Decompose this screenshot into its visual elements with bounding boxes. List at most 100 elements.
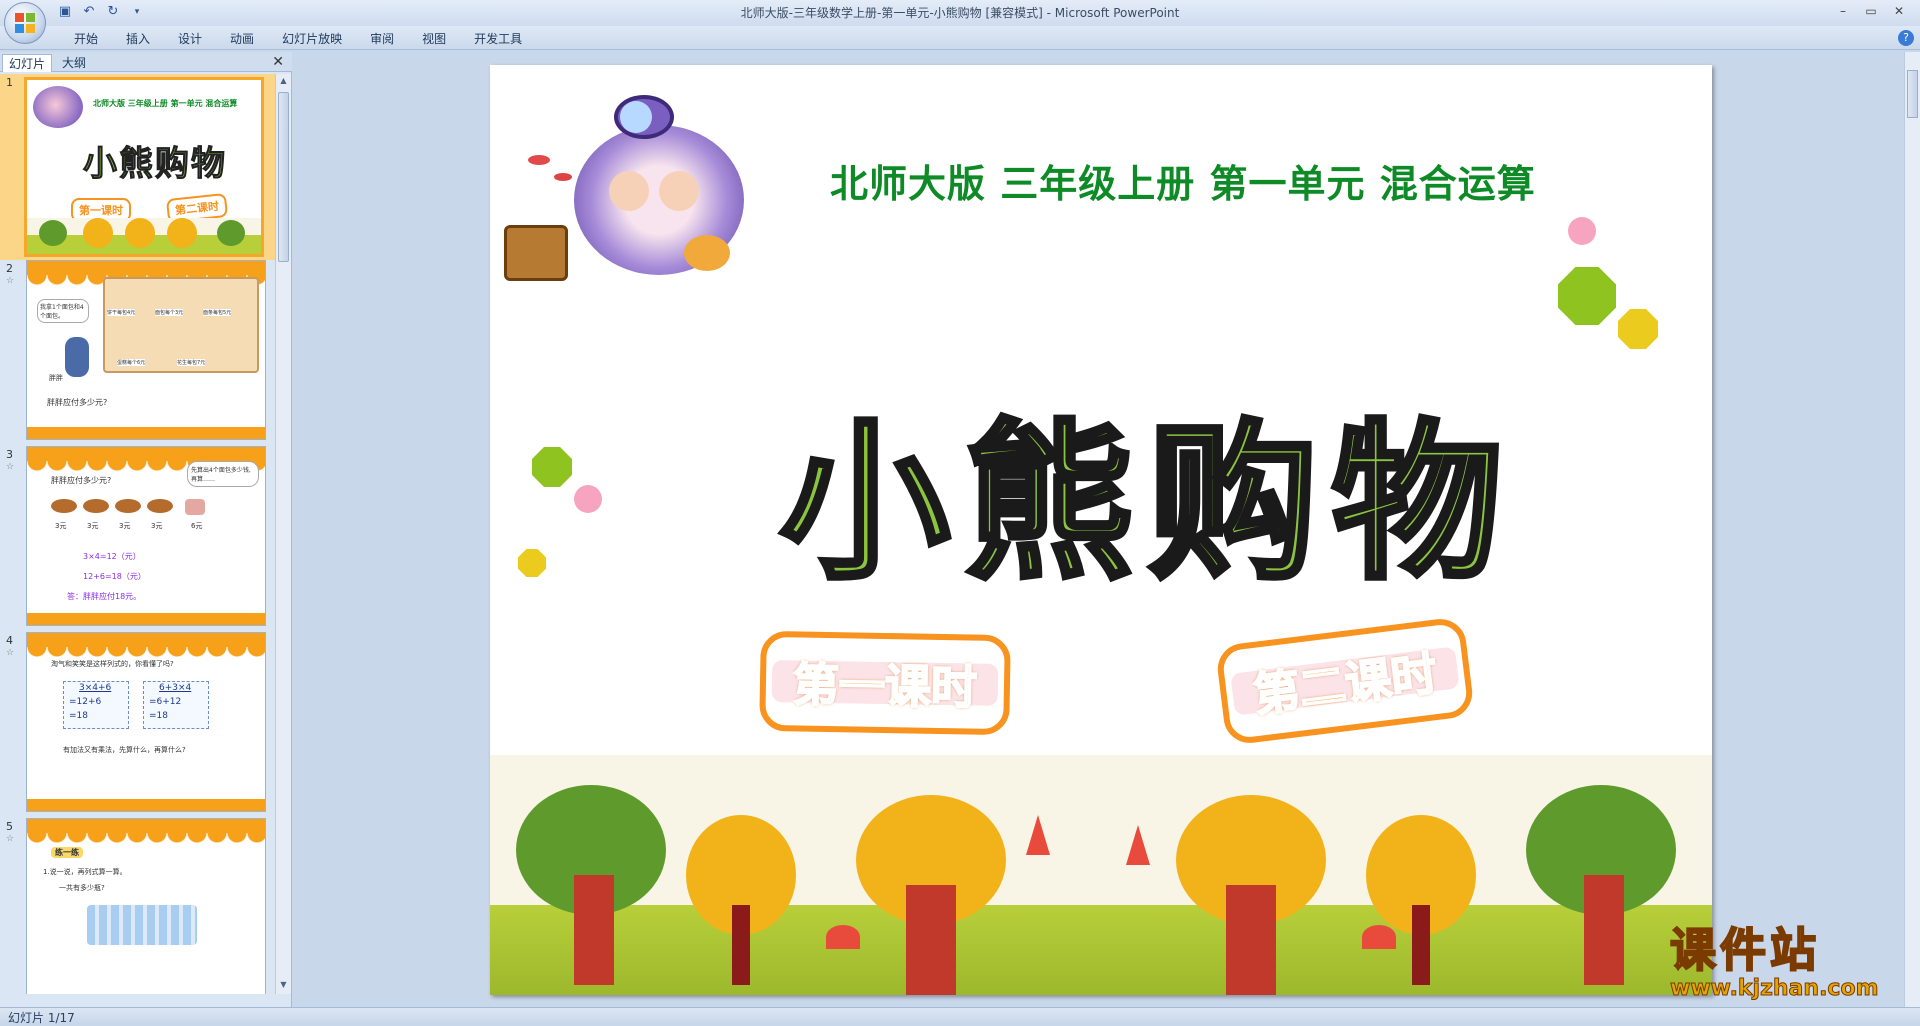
yellow-octagon — [518, 549, 546, 577]
thumb-expr: =6+12 — [149, 697, 182, 707]
thumb-top-band — [27, 633, 265, 647]
watermark-title: 课件站 — [1669, 923, 1820, 977]
slide-number: 2 — [6, 262, 13, 275]
pink-dot — [1568, 217, 1596, 245]
thumb-expr: 3×4+6 — [79, 683, 112, 693]
submarine-illustration — [494, 85, 794, 345]
thumb-label: 花生每包7元 — [177, 359, 206, 366]
slide-canvas[interactable]: 北师大版 三年级上册 第一单元 混合运算 小熊购物 第一课时 第二课时 — [490, 65, 1712, 995]
window-title: 北师大版-三年级数学上册-第一单元-小熊购物 [兼容模式] - Microsof… — [740, 6, 1180, 20]
slide-thumbnail[interactable]: 胖胖应付多少元? 先算出4个面包多少钱, 再算…… 3元 3元 3元 3元 6元… — [26, 446, 266, 626]
thumb-bottles-art — [87, 905, 197, 945]
thumb-label: 蛋糕每个6元 — [117, 359, 146, 366]
thumb-header: 北师大版 三年级上册 第一单元 混合运算 — [93, 99, 238, 108]
watermark-url: www.kjzhan.com — [1670, 976, 1880, 1002]
thumb-top-band — [27, 261, 265, 275]
tab-design[interactable]: 设计 — [164, 30, 216, 48]
thumb-bottom-band — [27, 427, 265, 439]
thumbnail-list: 1 北师大版 三年级上册 第一单元 混合运算 小熊购物 第一课时 第二课时 2 … — [0, 74, 276, 994]
slide-thumbnail[interactable]: 北师大版 三年级上册 第一单元 混合运算 小熊购物 第一课时 第二课时 — [24, 77, 264, 257]
tab-view[interactable]: 视图 — [408, 30, 460, 48]
slide-scrollbar[interactable] — [1904, 52, 1920, 1007]
tab-outline[interactable]: 大纲 — [56, 54, 92, 72]
slide-thumbnail[interactable]: 淘气和笑笑是这样列式的，你看懂了吗? 3×4+6 =12+6 =18 6+3×4… — [26, 632, 266, 812]
thumb-speech: 先算出4个面包多少钱, 再算…… — [187, 461, 259, 487]
slide-number: 4 — [6, 634, 13, 647]
thumb-title: 小熊购物 — [83, 144, 227, 185]
thumb-question: 胖胖应付多少元? — [47, 398, 108, 407]
tab-developer[interactable]: 开发工具 — [460, 30, 536, 48]
thumbnail-slide-1[interactable]: 1 北师大版 三年级上册 第一单元 混合运算 小熊购物 第一课时 第二课时 — [0, 74, 276, 260]
grass — [490, 905, 1712, 995]
slide-number: 3 — [6, 448, 13, 461]
thumbnail-slide-3[interactable]: 3 ☆ 胖胖应付多少元? 先算出4个面包多少钱, 再算…… 3元 3元 3元 3… — [0, 446, 276, 632]
slide-number: 1 — [6, 76, 13, 89]
yellow-octagon — [1618, 309, 1658, 349]
title-bar: ▣ ↶ ↻ ▾ 北师大版-三年级数学上册-第一单元-小熊购物 [兼容模式] - … — [0, 0, 1920, 26]
lesson-1-button[interactable]: 第一课时 — [759, 630, 1011, 736]
thumb-bear-art — [65, 337, 89, 377]
animation-star-icon: ☆ — [6, 648, 15, 658]
kjzhan-watermark: 课件站 www.kjzhan.com — [1669, 923, 1905, 1004]
scrollbar-thumb[interactable] — [1907, 70, 1918, 118]
lesson-2-label: 第二课时 — [1230, 645, 1460, 723]
office-button[interactable] — [4, 2, 46, 44]
thumbnail-slide-4[interactable]: 4 ☆ 淘气和笑笑是这样列式的，你看懂了吗? 3×4+6 =12+6 =18 6… — [0, 632, 276, 818]
thumb-expr: =18 — [69, 711, 88, 721]
thumbnail-slide-5[interactable]: 5 ☆ 练一练 1.说一说，再列式算一算。 一共有多少瓶? — [0, 818, 276, 994]
forest-illustration — [490, 755, 1712, 995]
animation-star-icon: ☆ — [6, 462, 15, 472]
slide-counter: 幻灯片 1/17 — [8, 1011, 75, 1025]
thumb-label: 面条每包5元 — [203, 309, 232, 316]
lesson-1-label: 第一课时 — [771, 656, 999, 716]
scroll-up-icon[interactable]: ▲ — [278, 76, 289, 88]
tab-slideshow[interactable]: 幻灯片放映 — [268, 30, 356, 48]
thumb-price: 3元 — [151, 522, 163, 530]
tab-review[interactable]: 审阅 — [356, 30, 408, 48]
animation-star-icon: ☆ — [6, 834, 15, 844]
thumb-question-2: 有加法又有乘法，先算什么，再算什么? — [63, 746, 186, 754]
tab-home[interactable]: 开始 — [60, 30, 112, 48]
slide-subtitle: 北师大版 三年级上册 第一单元 混合运算 — [830, 162, 1536, 206]
slide-thumbnail[interactable]: 练一练 1.说一说，再列式算一算。 一共有多少瓶? — [26, 818, 266, 994]
help-icon[interactable]: ? — [1898, 30, 1914, 46]
ribbon: 开始 插入 设计 动画 幻灯片放映 审阅 视图 开发工具 ? — [0, 26, 1920, 50]
ribbon-tabs: 开始 插入 设计 动画 幻灯片放映 审阅 视图 开发工具 — [60, 30, 536, 48]
thumb-bottom-band — [27, 613, 265, 625]
scrollbar-thumb[interactable] — [278, 92, 289, 262]
thumb-question: 胖胖应付多少元? — [51, 476, 112, 485]
thumb-expr: 6+3×4 — [159, 683, 192, 693]
thumb-calc: 12+6=18（元） — [83, 572, 146, 581]
panel-scrollbar[interactable]: ▲ ▼ — [275, 74, 291, 994]
slides-panel: 幻灯片 大纲 ✕ 1 北师大版 三年级上册 第一单元 混合运算 小熊购物 第一课… — [0, 52, 292, 1007]
thumb-line: 1.说一说，再列式算一算。 — [43, 868, 127, 876]
thumb-speech: 我拿1个面包和4个面包。 — [37, 299, 89, 323]
close-icon[interactable]: ✕ — [1886, 2, 1912, 20]
thumb-top-band — [27, 447, 265, 461]
thumb-bottom-band — [27, 799, 265, 811]
slide-thumbnail[interactable]: 我拿1个面包和4个面包。 饼干每包4元 面包每个3元 面条每包5元 蛋糕每个6元… — [26, 260, 266, 440]
thumb-price: 3元 — [87, 522, 99, 530]
close-panel-icon[interactable]: ✕ — [272, 54, 284, 70]
window-controls: – ▭ ✕ — [1830, 2, 1912, 20]
thumb-price: 3元 — [119, 522, 131, 530]
office-logo-icon — [15, 13, 35, 33]
thumb-scallop — [27, 647, 265, 657]
thumb-price: 3元 — [55, 522, 67, 530]
maximize-icon[interactable]: ▭ — [1858, 2, 1884, 20]
slide-title: 小熊购物 — [777, 401, 1517, 606]
thumb-price: 6元 — [191, 522, 203, 530]
thumbnail-slide-2[interactable]: 2 ☆ 我拿1个面包和4个面包。 饼干每包4元 面包每个3元 面条每包5元 蛋糕… — [0, 260, 276, 446]
slide-number: 5 — [6, 820, 13, 833]
thumb-expr: =18 — [149, 711, 168, 721]
scroll-down-icon[interactable]: ▼ — [278, 980, 289, 992]
thumb-name: 胖胖 — [49, 374, 63, 382]
green-octagon — [532, 447, 572, 487]
tab-insert[interactable]: 插入 — [112, 30, 164, 48]
minimize-icon[interactable]: – — [1830, 2, 1856, 20]
thumb-calc: 3×4=12（元） — [83, 552, 141, 561]
lesson-2-button[interactable]: 第二课时 — [1214, 616, 1476, 746]
tab-animations[interactable]: 动画 — [216, 30, 268, 48]
tab-slides[interactable]: 幻灯片 — [2, 54, 53, 72]
thumb-bread-art — [51, 499, 231, 515]
